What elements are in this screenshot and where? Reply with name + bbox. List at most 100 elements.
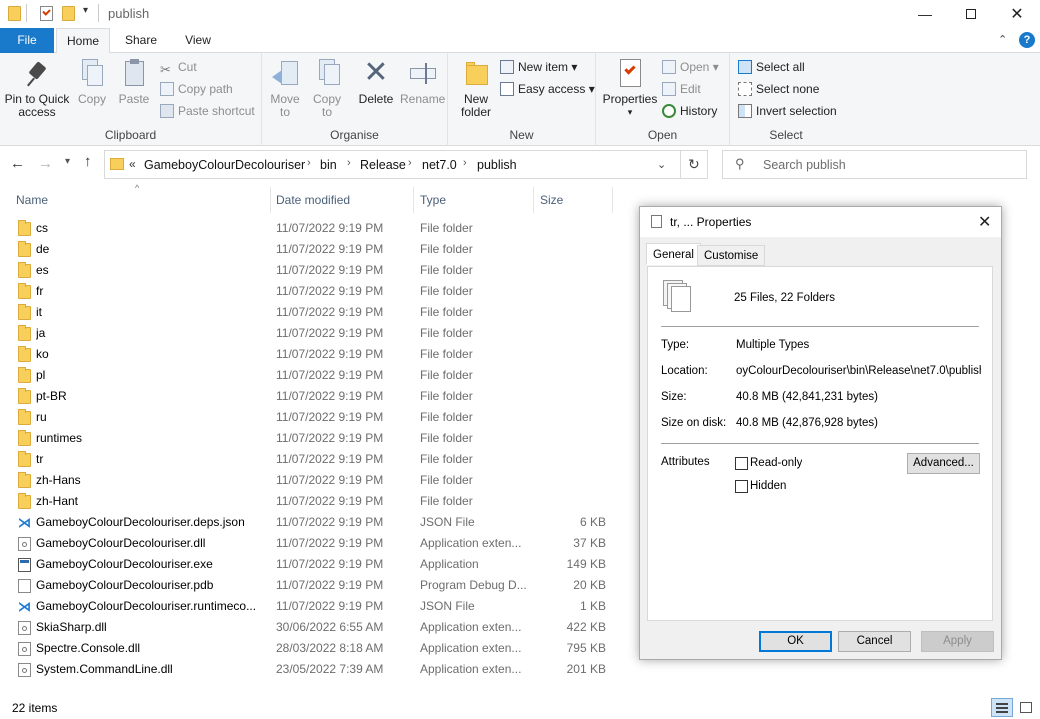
- file-row[interactable]: GameboyColourDecolouriser.exe 11/07/2022 …: [0, 554, 620, 575]
- file-row[interactable]: de 11/07/2022 9:19 PM File folder: [0, 239, 620, 260]
- folder-icon: [18, 304, 31, 320]
- file-row[interactable]: ⋊ GameboyColourDecolouriser.runtimeco... 1…: [0, 596, 620, 617]
- edit-icon: [662, 81, 676, 96]
- history-button[interactable]: History: [662, 101, 717, 121]
- file-row[interactable]: GameboyColourDecolouriser.pdb 11/07/2022 …: [0, 575, 620, 596]
- search-input[interactable]: ⚲ Search publish: [722, 150, 1027, 179]
- file-row[interactable]: SkiaSharp.dll 30/06/2022 6:55 AM Applicati…: [0, 617, 620, 638]
- file-row[interactable]: fr 11/07/2022 9:19 PM File folder: [0, 281, 620, 302]
- breadcrumb-item[interactable]: GameboyColourDecolouriser: [144, 158, 305, 172]
- easy-access-button[interactable]: Easy access ▾: [500, 79, 595, 99]
- tab-general[interactable]: General: [646, 243, 701, 265]
- address-bar[interactable]: « GameboyColourDecolouriser › bin › Rele…: [104, 150, 708, 179]
- column-divider[interactable]: [533, 187, 534, 213]
- new-folder-button[interactable]: New folder: [454, 57, 498, 119]
- rename-button[interactable]: Rename: [400, 57, 445, 106]
- copy-path-button[interactable]: Copy path: [160, 79, 233, 99]
- file-row[interactable]: zh-Hans 11/07/2022 9:19 PM File folder: [0, 470, 620, 491]
- properties-button[interactable]: Properties ▾: [600, 57, 660, 119]
- move-to-button[interactable]: Move to: [266, 57, 304, 119]
- breadcrumb-chevron-icon[interactable]: ›: [307, 157, 311, 169]
- select-none-button[interactable]: Select none: [738, 79, 819, 99]
- hidden-checkbox[interactable]: [735, 480, 748, 493]
- breadcrumb-item[interactable]: bin: [320, 158, 337, 172]
- column-divider[interactable]: [270, 187, 271, 213]
- tab-customise[interactable]: Customise: [697, 245, 766, 266]
- breadcrumb-chevron-icon[interactable]: ›: [408, 157, 412, 169]
- collapse-ribbon-icon[interactable]: ⌃: [998, 33, 1007, 46]
- refresh-icon[interactable]: ↻: [688, 156, 700, 173]
- move-to-label: Move to: [270, 92, 300, 119]
- delete-button[interactable]: ✕ Delete: [356, 57, 396, 106]
- back-arrow-icon[interactable]: ←: [10, 155, 25, 172]
- recent-locations-icon[interactable]: ▾: [65, 156, 70, 167]
- file-type: File folder: [420, 494, 473, 508]
- breadcrumb-item[interactable]: publish: [477, 158, 517, 172]
- file-row[interactable]: cs 11/07/2022 9:19 PM File folder: [0, 218, 620, 239]
- column-header-size[interactable]: Size: [540, 193, 563, 207]
- file-row[interactable]: pl 11/07/2022 9:19 PM File folder: [0, 365, 620, 386]
- help-icon[interactable]: ?: [1019, 32, 1035, 48]
- cancel-button[interactable]: Cancel: [838, 631, 911, 652]
- properties-quick-icon[interactable]: [40, 6, 53, 21]
- file-date: 11/07/2022 9:19 PM: [276, 599, 384, 613]
- select-all-button[interactable]: Select all: [738, 57, 805, 77]
- copy-to-button[interactable]: Copy to: [308, 57, 346, 119]
- advanced-button[interactable]: Advanced...: [907, 453, 980, 474]
- file-row[interactable]: Spectre.Console.dll 28/03/2022 8:18 AM App…: [0, 638, 620, 659]
- tab-share[interactable]: Share: [113, 28, 169, 53]
- customize-toolbar-icon[interactable]: ▾: [83, 5, 88, 16]
- breadcrumb-item[interactable]: Release: [360, 158, 406, 172]
- hidden-label[interactable]: Hidden: [750, 480, 786, 492]
- read-only-checkbox[interactable]: [735, 457, 748, 470]
- cut-button[interactable]: ✂ Cut: [160, 57, 197, 77]
- open-button[interactable]: Open ▾: [662, 57, 719, 77]
- apply-button[interactable]: Apply: [921, 631, 994, 652]
- file-row[interactable]: ⋊ GameboyColourDecolouriser.deps.json 11/0…: [0, 512, 620, 533]
- tab-home[interactable]: Home: [56, 28, 110, 54]
- breadcrumb-item[interactable]: net7.0: [422, 158, 457, 172]
- column-header-name[interactable]: Name: [16, 193, 48, 207]
- column-divider[interactable]: [413, 187, 414, 213]
- address-dropdown-icon[interactable]: ⌄: [657, 158, 666, 171]
- ok-button[interactable]: OK: [759, 631, 832, 652]
- up-arrow-icon[interactable]: ↑: [84, 153, 92, 170]
- new-item-button[interactable]: New item ▾: [500, 57, 577, 77]
- file-row[interactable]: ru 11/07/2022 9:19 PM File folder: [0, 407, 620, 428]
- column-divider[interactable]: [612, 187, 613, 213]
- paste-shortcut-button[interactable]: Paste shortcut: [160, 101, 255, 121]
- file-row[interactable]: ko 11/07/2022 9:19 PM File folder: [0, 344, 620, 365]
- read-only-label[interactable]: Read-only: [750, 457, 802, 469]
- column-header-date[interactable]: Date modified: [276, 193, 350, 207]
- copy-button[interactable]: Copy: [72, 57, 112, 106]
- close-button[interactable]: ✕: [994, 0, 1040, 28]
- general-panel: 25 Files, 22 Folders Type: Multiple Type…: [647, 266, 993, 621]
- forward-arrow-icon[interactable]: →: [38, 155, 53, 172]
- file-row[interactable]: tr 11/07/2022 9:19 PM File folder: [0, 449, 620, 470]
- paste-button[interactable]: Paste: [114, 57, 154, 106]
- minimize-button[interactable]: —: [902, 0, 948, 28]
- breadcrumb-overflow[interactable]: «: [129, 157, 136, 171]
- column-header-type[interactable]: Type: [420, 193, 446, 207]
- file-row[interactable]: zh-Hant 11/07/2022 9:19 PM File folder: [0, 491, 620, 512]
- breadcrumb-chevron-icon[interactable]: ›: [347, 157, 351, 169]
- file-row[interactable]: runtimes 11/07/2022 9:19 PM File folder: [0, 428, 620, 449]
- maximize-button[interactable]: [948, 0, 994, 28]
- file-row[interactable]: pt-BR 11/07/2022 9:19 PM File folder: [0, 386, 620, 407]
- file-row[interactable]: GameboyColourDecolouriser.dll 11/07/2022 …: [0, 533, 620, 554]
- file-row[interactable]: System.CommandLine.dll 23/05/2022 7:39 AM…: [0, 659, 620, 680]
- pin-quick-access-button[interactable]: Pin to Quick access: [2, 57, 72, 119]
- large-icons-view-icon[interactable]: [1017, 699, 1035, 716]
- edit-button[interactable]: Edit: [662, 79, 701, 99]
- file-row[interactable]: es 11/07/2022 9:19 PM File folder: [0, 260, 620, 281]
- file-row[interactable]: ja 11/07/2022 9:19 PM File folder: [0, 323, 620, 344]
- details-view-icon[interactable]: [991, 698, 1013, 717]
- breadcrumb-chevron-icon[interactable]: ›: [463, 157, 467, 169]
- invert-selection-button[interactable]: Invert selection: [738, 101, 837, 121]
- file-row[interactable]: it 11/07/2022 9:19 PM File folder: [0, 302, 620, 323]
- tab-view[interactable]: View: [170, 28, 226, 53]
- dialog-close-icon[interactable]: ✕: [978, 212, 991, 232]
- size-on-disk-label: Size on disk:: [661, 417, 727, 429]
- new-folder-quick-icon[interactable]: [62, 6, 75, 21]
- tab-file[interactable]: File: [0, 28, 54, 53]
